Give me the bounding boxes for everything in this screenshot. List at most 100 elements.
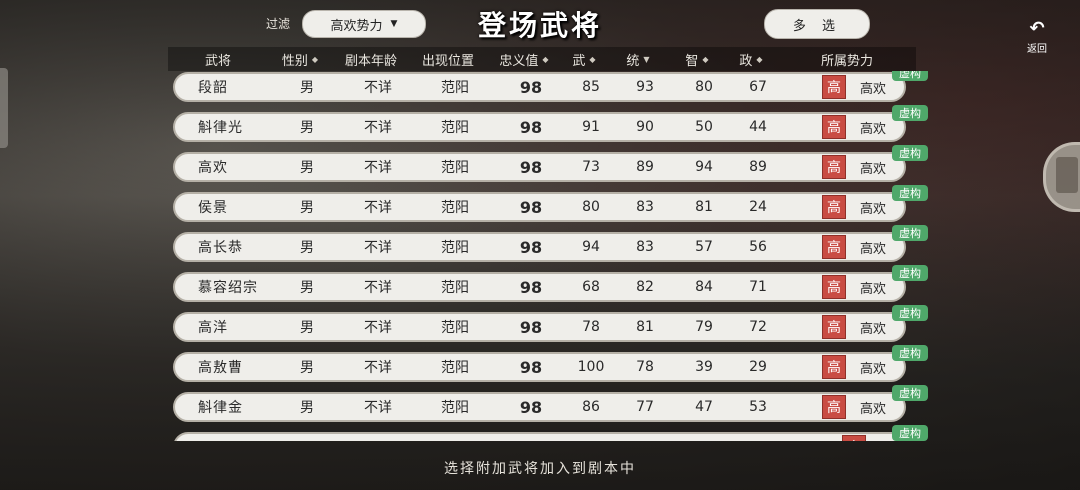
sort-icon: ◆ (589, 54, 596, 64)
sort-icon: ◆ (542, 54, 549, 64)
location-cell: 范阳 (441, 360, 469, 376)
age-cell: 不详 (364, 280, 392, 296)
book-icon (1056, 157, 1078, 193)
faction-name: 高欢 (859, 321, 886, 337)
faction-badge: 高 (821, 395, 846, 419)
column-header-strength[interactable]: 武 ◆ (562, 47, 606, 71)
location-cell: 范阳 (441, 320, 469, 336)
location-cell: 范阳 (441, 240, 469, 256)
column-header-loyalty[interactable]: 忠义值 ◆ (486, 47, 562, 71)
leadership-cell: 77 (636, 399, 654, 415)
politics-cell: 44 (749, 119, 767, 135)
faction-badge: 高 (821, 195, 846, 219)
politics-cell: 29 (749, 359, 767, 375)
faction-badge: 高 (821, 75, 846, 99)
strength-cell: 68 (582, 279, 600, 295)
age-cell: 不详 (364, 240, 392, 256)
leadership-cell: 78 (636, 359, 654, 375)
faction-badge: 高 (821, 115, 846, 139)
table-row[interactable]: 高长恭 男 不详 范阳 98 94 83 57 56 高高欢 (173, 232, 906, 262)
general-name: 高欢 (198, 160, 228, 176)
fictional-tag: 虚构 (892, 225, 928, 241)
intelligence-cell: 57 (695, 239, 713, 255)
gender-cell: 男 (300, 400, 314, 416)
gender-cell: 男 (300, 240, 314, 256)
fictional-tag: 虚构 (892, 105, 928, 121)
fictional-tag: 虚构 (892, 305, 928, 321)
loyalty-cell: 98 (519, 357, 543, 377)
gender-cell: 男 (300, 360, 314, 376)
table-row[interactable]: 斛律光 男 不详 范阳 98 91 90 50 44 高高欢 (173, 112, 906, 142)
location-cell: 范阳 (441, 120, 469, 136)
loyalty-cell: 98 (519, 157, 543, 177)
location-cell: 范阳 (441, 200, 469, 216)
general-name: 斛律金 (198, 400, 243, 416)
intelligence-cell: 39 (695, 359, 713, 375)
faction-name: 高欢 (859, 161, 886, 177)
fictional-tag: 虚构 (892, 345, 928, 361)
leadership-cell: 90 (636, 119, 654, 135)
age-cell: 不详 (364, 320, 392, 336)
general-name: 高洋 (198, 320, 228, 336)
loyalty-cell: 98 (519, 77, 543, 97)
column-header-gender[interactable]: 性别 ◆ (268, 47, 332, 71)
sort-icon: ◆ (756, 54, 763, 64)
location-cell: 范阳 (441, 400, 469, 416)
sort-desc-icon: ▼ (643, 54, 650, 64)
back-button[interactable]: ↶ 返回 (1022, 18, 1052, 56)
loyalty-cell: 98 (519, 117, 543, 137)
faction-name: 高欢 (859, 281, 886, 297)
table-row[interactable]: 高洋 男 不详 范阳 98 78 81 79 72 高高欢 (173, 312, 906, 342)
faction-name: 高欢 (859, 241, 886, 257)
fictional-tag: 虚构 (892, 385, 928, 401)
gender-cell: 男 (300, 320, 314, 336)
faction-badge: 高 (821, 275, 846, 299)
gender-cell: 男 (300, 200, 314, 216)
politics-cell: 53 (749, 399, 767, 415)
column-header-location[interactable]: 出现位置 (410, 47, 486, 71)
intelligence-cell: 79 (695, 319, 713, 335)
table-row[interactable]: 高欢男不详 范阳 98 73 89 94 89 高高欢 (173, 152, 906, 182)
sort-icon: ◆ (311, 54, 319, 64)
table-row[interactable]: 段韶 男 不详 范阳 98 85 93 80 67 高高欢 (173, 72, 906, 102)
column-header-age[interactable]: 剧本年龄 (332, 47, 410, 71)
fictional-tag: 虚构 (892, 185, 928, 201)
multi-select-button[interactable]: 多 选 (764, 9, 870, 39)
strength-cell: 94 (582, 239, 600, 255)
column-header-politics[interactable]: 政 ◆ (724, 47, 778, 71)
strength-cell: 73 (582, 159, 600, 175)
table-row-partial[interactable]: 高 (173, 432, 906, 441)
table-row[interactable]: 高敖曹 男 不详 范阳 98 100 78 39 29 高高欢 (173, 352, 906, 382)
sort-icon: ◆ (702, 54, 709, 64)
leadership-cell: 93 (636, 79, 654, 95)
leadership-cell: 89 (636, 159, 654, 175)
faction-name: 高欢 (859, 401, 886, 417)
loyalty-cell: 98 (519, 237, 543, 257)
fictional-tag: 虚构 (892, 265, 928, 281)
column-header-intelligence[interactable]: 智 ◆ (670, 47, 724, 71)
intelligence-cell: 47 (695, 399, 713, 415)
general-name: 高敖曹 (198, 360, 243, 376)
politics-cell: 67 (749, 79, 767, 95)
politics-cell: 72 (749, 319, 767, 335)
politics-cell: 56 (749, 239, 767, 255)
leadership-cell: 83 (636, 239, 654, 255)
general-list[interactable]: 段韶男不详 范阳 98 85 93 80 67 高高欢 虚构 斛律光男不详 范阳 98 91 90 50 44… (168, 71, 938, 441)
intelligence-cell: 84 (695, 279, 713, 295)
column-header-faction[interactable]: 所属势力 (778, 47, 916, 71)
table-row[interactable]: 慕容绍宗 男 不详 范阳 98 68 82 84 71 高高欢 (173, 272, 906, 302)
leadership-cell: 82 (636, 279, 654, 295)
column-header-name[interactable]: 武将 (168, 47, 268, 71)
general-name: 慕容绍宗 (198, 280, 258, 296)
table-row[interactable]: 斛律金 男 不详 范阳 98 86 77 47 53 高高欢 (173, 392, 906, 422)
general-name: 侯景 (198, 200, 228, 216)
gender-cell: 男 (300, 160, 314, 176)
table-header: 武将 性别 ◆ 剧本年龄 出现位置 忠义值 ◆ 武 ◆ 统 ▼ 智 ◆ 政 ◆ 所属势力 (168, 47, 916, 71)
table-row[interactable]: 侯景 男 不详 范阳 98 80 83 81 24 高高欢 (173, 192, 906, 222)
left-drawer-handle[interactable] (0, 68, 8, 148)
general-name: 高长恭 (198, 240, 243, 256)
faction-name: 高欢 (859, 201, 886, 217)
fictional-tag: 虚构 (892, 71, 928, 81)
return-arrow-icon: ↶ (1029, 18, 1045, 39)
column-header-leadership[interactable]: 统 ▼ (606, 47, 670, 71)
